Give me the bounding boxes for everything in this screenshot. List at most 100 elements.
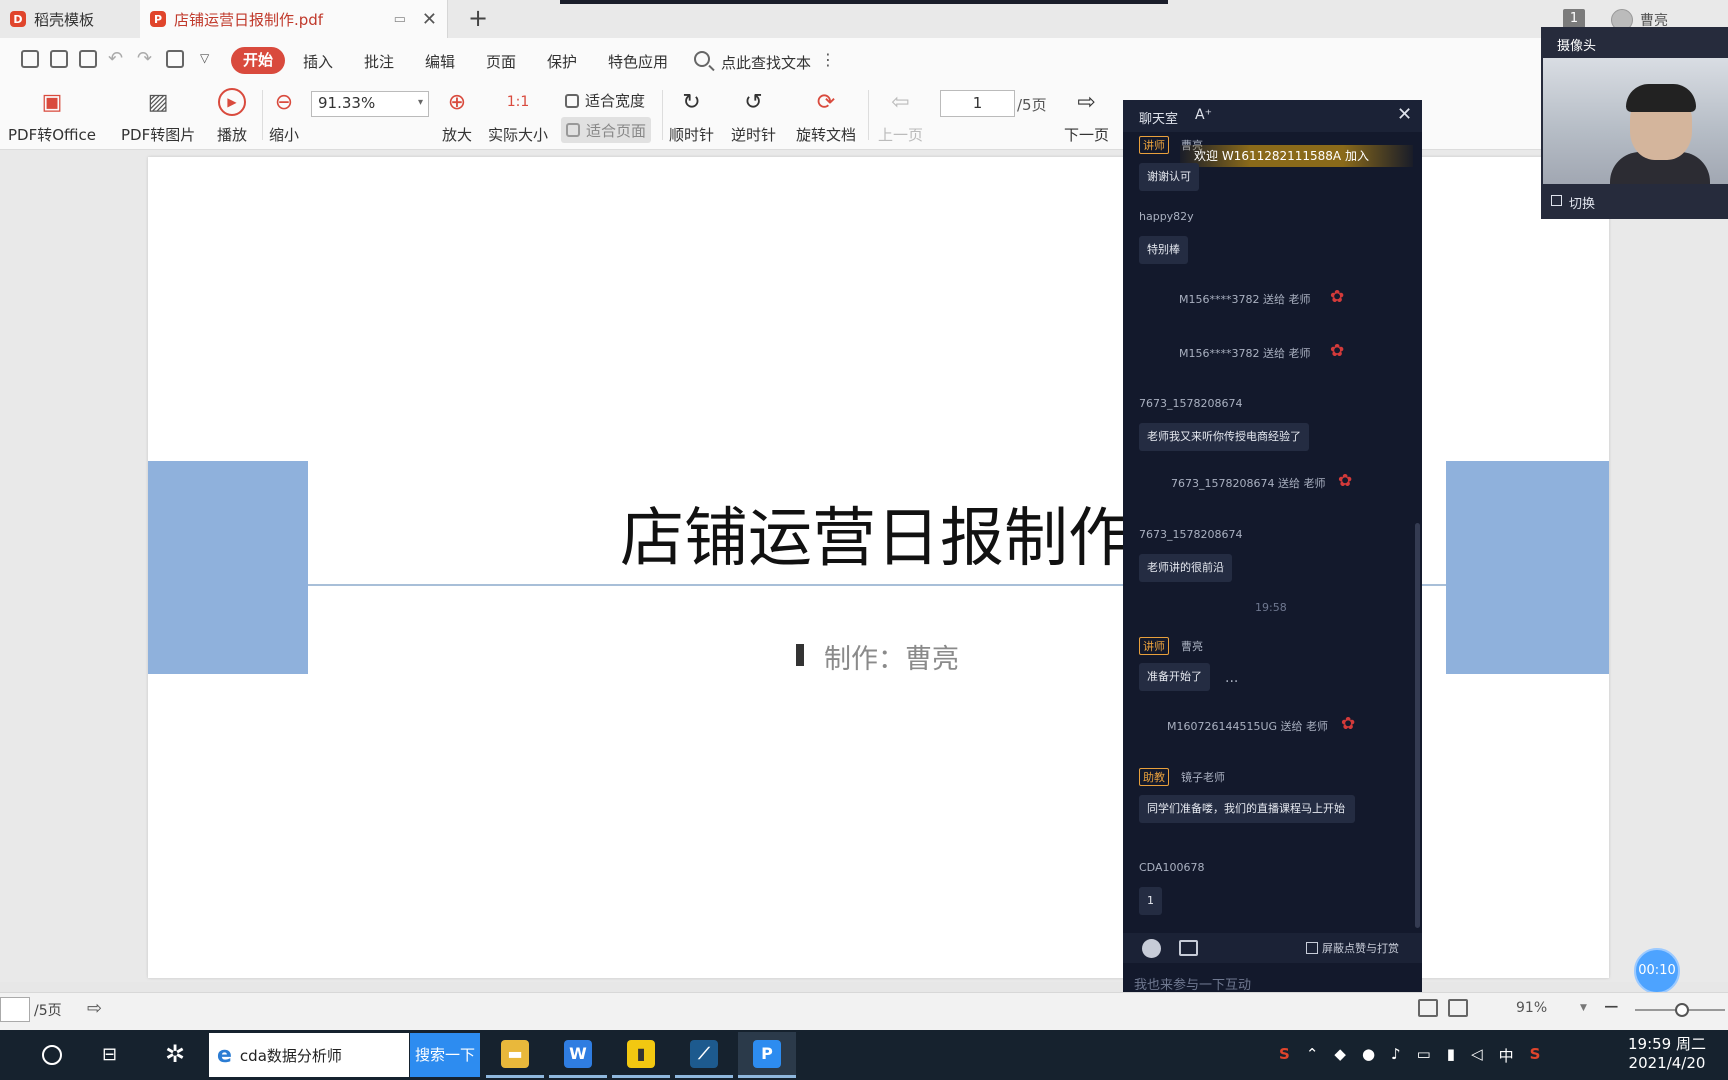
slide-accent-left — [148, 461, 308, 674]
close-tab-icon[interactable]: ✕ — [422, 9, 437, 30]
goto-page-icon[interactable]: ⇨ — [87, 998, 102, 1019]
chat-message: 老师讲的很前沿 — [1139, 554, 1232, 582]
menu-edit[interactable]: 编辑 — [425, 51, 455, 72]
zoom-slider-handle[interactable] — [1675, 1003, 1689, 1017]
gift-notice: M160726144515UG 送给 老师 — [1167, 720, 1329, 733]
zoom-in-button[interactable]: ⊕ 放大 — [441, 86, 473, 145]
font-size-toggle[interactable]: A⁺ — [1195, 107, 1212, 123]
rotate-clockwise-button[interactable]: ↻ 顺时针 — [669, 86, 714, 145]
full-page-icon[interactable] — [1448, 999, 1468, 1017]
divider — [868, 90, 869, 140]
prev-page-button[interactable]: ⇦ 上一页 — [878, 86, 923, 145]
task-view-icon[interactable]: ⊟ — [102, 1044, 117, 1065]
power-bi-app[interactable]: ▮ — [612, 1032, 670, 1078]
redo-icon[interactable]: ↷ — [137, 48, 152, 69]
wps-tray-icon[interactable]: S — [1279, 1045, 1290, 1066]
menu-annotate[interactable]: 批注 — [364, 51, 394, 72]
file-explorer-app[interactable]: ▬ — [486, 1032, 544, 1078]
rose-icon: ✿ — [1338, 471, 1353, 491]
system-tray: S ⌃ ◆ ● ♪ ▭ ▮ ◁ 中 S — [1279, 1045, 1540, 1066]
menu-protect[interactable]: 保护 — [547, 51, 577, 72]
save-icon[interactable] — [50, 50, 68, 68]
shield-tray-icon[interactable]: ● — [1362, 1045, 1375, 1066]
export-icon[interactable] — [166, 50, 184, 68]
play-icon: ▶ — [216, 86, 248, 118]
zoom-minus-icon[interactable]: − — [1603, 994, 1620, 1018]
pinwheel-app-icon[interactable]: ✲ — [161, 1040, 189, 1068]
chat-message: 准备开始了 — [1139, 663, 1210, 691]
taskbar-search-button[interactable]: 搜索一下 — [410, 1033, 480, 1077]
menu-start[interactable]: 开始 — [231, 47, 285, 74]
window-mode-icon[interactable]: ▭ — [394, 12, 406, 27]
ime-indicator[interactable]: 中 — [1499, 1045, 1514, 1066]
quick-access-dropdown-icon[interactable]: ▽ — [200, 51, 209, 65]
battery-icon[interactable]: ▮ — [1447, 1045, 1455, 1066]
chevron-down-icon[interactable]: ▾ — [418, 97, 423, 108]
pdf-reader-app[interactable]: P — [738, 1032, 796, 1078]
page-total: /5页 — [1017, 96, 1047, 114]
tab-docer-templates[interactable]: D 稻壳模板 — [0, 0, 140, 38]
play-button[interactable]: ▶ 播放 — [216, 86, 248, 145]
role-badge: 讲师 — [1139, 637, 1169, 655]
switch-icon[interactable] — [1551, 195, 1562, 206]
chevron-down-icon[interactable]: ▼ — [1580, 1003, 1587, 1013]
message-more-icon[interactable]: ... — [1225, 670, 1238, 686]
cube-tray-icon[interactable]: ◆ — [1334, 1045, 1346, 1066]
status-page-input[interactable] — [0, 997, 30, 1022]
camera-switch-button[interactable]: 切换 — [1569, 193, 1595, 212]
rotate-cw-icon: ↻ — [682, 89, 701, 115]
page-number-input[interactable]: 1 — [940, 90, 1015, 117]
slide-accent-right — [1446, 461, 1609, 674]
emoji-icon[interactable] — [1142, 939, 1161, 958]
next-page-button[interactable]: ⇨ 下一页 — [1064, 86, 1109, 145]
more-options-icon[interactable]: ⋮ — [820, 50, 836, 69]
chat-message: 特别棒 — [1139, 236, 1188, 264]
chat-title: 聊天室 — [1139, 112, 1179, 127]
zoom-out-button[interactable]: ⊖ 缩小 — [268, 86, 300, 145]
close-icon[interactable]: ✕ — [1397, 104, 1412, 125]
menu-page[interactable]: 页面 — [486, 51, 516, 72]
fit-view-icon[interactable] — [1418, 999, 1438, 1017]
window-count-badge[interactable]: 1 — [1563, 9, 1585, 29]
pdf-to-office-button[interactable]: ▣ PDF转Office — [8, 86, 96, 145]
fit-width-button[interactable]: 适合宽度 — [565, 90, 645, 111]
rotate-counterclockwise-button[interactable]: ↺ 逆时针 — [731, 86, 776, 145]
chat-scrollbar[interactable] — [1415, 523, 1420, 928]
open-folder-icon[interactable] — [21, 50, 39, 68]
tab-pdf-document[interactable]: P 店铺运营日报制作.pdf ▭ ✕ — [140, 0, 448, 38]
chevron-up-icon[interactable]: ⌃ — [1306, 1045, 1319, 1066]
wps-writer-app[interactable]: W — [549, 1032, 607, 1078]
status-zoom-value[interactable]: 91% — [1516, 1000, 1547, 1016]
volume-icon[interactable]: ◁ — [1471, 1045, 1483, 1066]
status-bar — [0, 992, 1728, 1030]
print-icon[interactable] — [79, 50, 97, 68]
sogou-ime-icon[interactable]: S — [1530, 1045, 1541, 1066]
image-upload-icon[interactable] — [1179, 940, 1198, 956]
chat-input[interactable]: 我也来参与一下互动 — [1134, 974, 1251, 993]
chart-tool-app[interactable]: ⟋ — [675, 1032, 733, 1078]
chat-message: 同学们准备喽，我们的直播课程马上开始 — [1139, 795, 1355, 823]
status-page-total: /5页 — [34, 1003, 62, 1019]
zoom-input[interactable]: 91.33% — [311, 91, 429, 117]
undo-icon[interactable]: ↶ — [108, 48, 123, 69]
cortana-icon[interactable] — [42, 1045, 62, 1065]
chat-username: 镜子老师 — [1181, 771, 1225, 784]
live-timer-badge[interactable]: 00:10 — [1634, 948, 1680, 994]
microphone-icon[interactable]: ♪ — [1391, 1045, 1401, 1066]
new-tab-icon[interactable]: + — [468, 4, 488, 32]
network-icon[interactable]: ▭ — [1417, 1045, 1431, 1066]
taskbar-search-input[interactable]: e cda数据分析师 — [209, 1033, 409, 1077]
actual-size-button[interactable]: 1:1 实际大小 — [488, 86, 548, 145]
pdf-to-image-button[interactable]: ▨ PDF转图片 — [121, 86, 195, 145]
fit-page-button[interactable]: 适合页面 — [561, 117, 651, 143]
find-text-input[interactable]: 点此查找文本 — [721, 52, 811, 73]
menu-insert[interactable]: 插入 — [303, 51, 333, 72]
image-icon: ▨ — [147, 89, 169, 115]
subtitle-marker — [796, 644, 804, 666]
clock[interactable]: 19:59 周二 2021/4/20 — [1621, 1035, 1713, 1073]
search-icon[interactable] — [694, 51, 710, 67]
fit-page-icon — [566, 123, 580, 137]
block-gifts-checkbox[interactable] — [1306, 942, 1318, 954]
menu-special-apps[interactable]: 特色应用 — [608, 51, 668, 72]
rotate-document-button[interactable]: ⟳ 旋转文档 — [796, 86, 856, 145]
